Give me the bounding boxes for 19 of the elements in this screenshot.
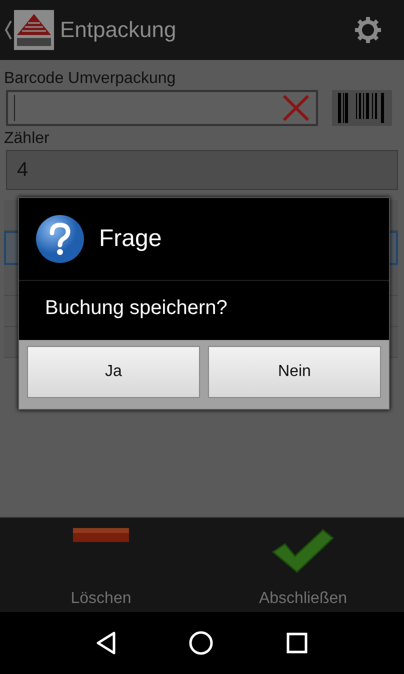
- dialog-message: Buchung speichern?: [45, 297, 228, 320]
- minus-icon[interactable]: [72, 526, 130, 544]
- settings-icon[interactable]: [354, 16, 382, 44]
- barcode-scan-icon[interactable]: [332, 90, 392, 126]
- action-button[interactable]: Löschen: [64, 588, 138, 610]
- checkmark-icon[interactable]: [271, 526, 335, 574]
- field-label: Zähler: [4, 130, 50, 148]
- dialog-button[interactable]: Ja: [27, 346, 200, 398]
- question-icon: [35, 214, 85, 264]
- counter-field[interactable]: 4: [6, 150, 398, 190]
- logo-icon: [14, 10, 54, 50]
- dialog-title: Frage: [99, 225, 162, 253]
- recent-apps-icon[interactable]: [286, 632, 308, 654]
- screen-title: Entpackung: [60, 17, 178, 43]
- barcode-input-field[interactable]: [6, 90, 318, 126]
- dialog-button[interactable]: Nein: [208, 346, 381, 398]
- field-label: Barcode Umverpackung: [4, 70, 177, 88]
- home-icon[interactable]: [188, 631, 213, 655]
- action-button[interactable]: Abschließen: [252, 588, 354, 610]
